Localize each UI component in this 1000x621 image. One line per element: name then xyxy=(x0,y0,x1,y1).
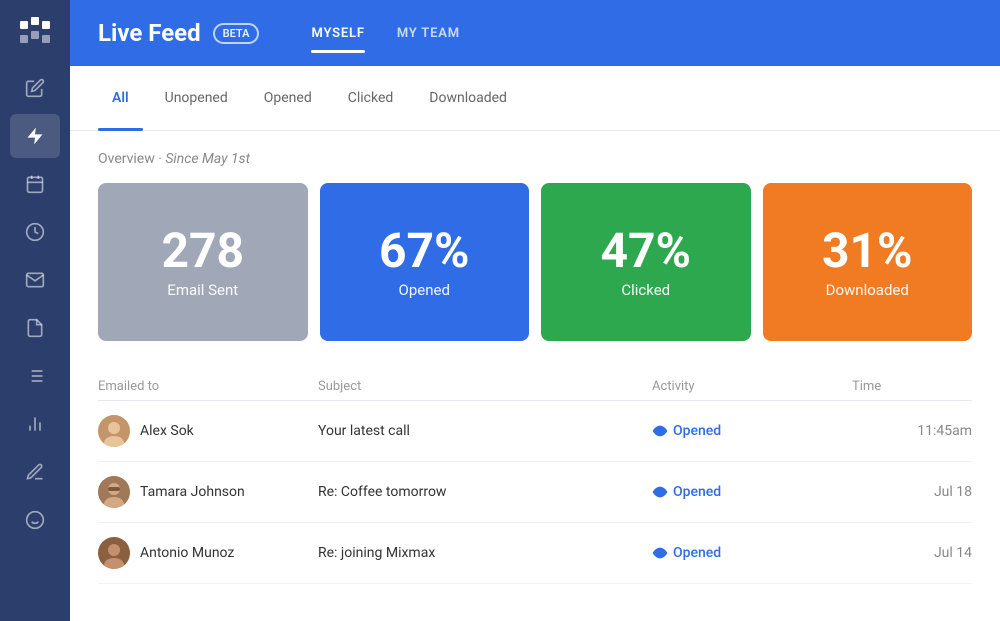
sidebar-logo[interactable] xyxy=(15,12,55,52)
sidebar-item-mail[interactable] xyxy=(10,258,60,302)
cell-time-3: Jul 14 xyxy=(852,545,972,561)
sidebar-item-smiley[interactable] xyxy=(10,498,60,542)
stat-card-email-sent: 278 Email Sent xyxy=(98,183,308,341)
stat-number-downloaded: 31% xyxy=(822,225,913,278)
stat-label-opened: Opened xyxy=(399,281,450,299)
nav-myself[interactable]: MYSELF xyxy=(295,18,380,49)
table-row[interactable]: Alex Sok Your latest call Opened 11:45am xyxy=(98,401,972,462)
cell-emailed-to-3: Antonio Munoz xyxy=(98,537,318,569)
stat-number-email-sent: 278 xyxy=(161,225,244,278)
stat-label-clicked: Clicked xyxy=(621,281,670,299)
page-title: Live Feed xyxy=(98,19,201,47)
stat-number-clicked: 47% xyxy=(600,225,691,278)
cell-activity-1: Opened xyxy=(652,423,852,439)
sidebar-item-lightning[interactable] xyxy=(10,114,60,158)
cell-subject-3: Re: joining Mixmax xyxy=(318,545,652,561)
cell-subject-1: Your latest call xyxy=(318,423,652,439)
avatar-1 xyxy=(98,415,130,447)
filter-tab-downloaded[interactable]: Downloaded xyxy=(415,82,521,114)
activity-opened-2: Opened xyxy=(652,484,852,500)
sidebar-item-document[interactable] xyxy=(10,306,60,350)
cell-activity-2: Opened xyxy=(652,484,852,500)
overview-label: Overview · Since May 1st xyxy=(98,151,972,167)
sidebar-item-edit[interactable] xyxy=(10,66,60,110)
filter-bar: All Unopened Opened Clicked Downloaded xyxy=(70,66,1000,131)
cell-subject-2: Re: Coffee tomorrow xyxy=(318,484,652,500)
sidebar xyxy=(0,0,70,621)
activity-opened-1: Opened xyxy=(652,423,852,439)
cell-emailed-to-1: Alex Sok xyxy=(98,415,318,447)
table-row[interactable]: Antonio Munoz Re: joining Mixmax Opened … xyxy=(98,523,972,584)
stat-number-opened: 67% xyxy=(379,225,470,278)
cell-time-1: 11:45am xyxy=(852,423,972,439)
stat-label-email-sent: Email Sent xyxy=(167,281,238,299)
stat-card-opened: 67% Opened xyxy=(320,183,530,341)
beta-badge: BETA xyxy=(213,23,260,44)
col-header-emailed-to: Emailed to xyxy=(98,379,318,394)
topbar-nav: MYSELF MY TEAM xyxy=(295,18,475,49)
cell-time-2: Jul 18 xyxy=(852,484,972,500)
main-content: Live Feed BETA MYSELF MY TEAM All Unopen… xyxy=(70,0,1000,621)
filter-tab-clicked[interactable]: Clicked xyxy=(334,82,408,114)
col-header-time: Time xyxy=(852,379,972,394)
sidebar-item-list[interactable] xyxy=(10,354,60,398)
avatar-3 xyxy=(98,537,130,569)
cell-emailed-to-2: Tamara Johnson xyxy=(98,476,318,508)
table-header: Emailed to Subject Activity Time xyxy=(98,373,972,401)
cell-activity-3: Opened xyxy=(652,545,852,561)
content-area: Overview · Since May 1st 278 Email Sent … xyxy=(70,131,1000,621)
filter-tab-all[interactable]: All xyxy=(98,82,143,114)
name-2: Tamara Johnson xyxy=(140,484,245,500)
filter-tab-opened[interactable]: Opened xyxy=(250,82,326,114)
filter-tab-unopened[interactable]: Unopened xyxy=(151,82,242,114)
name-3: Antonio Munoz xyxy=(140,545,234,561)
col-header-activity: Activity xyxy=(652,379,852,394)
table-row[interactable]: Tamara Johnson Re: Coffee tomorrow Opene… xyxy=(98,462,972,523)
name-1: Alex Sok xyxy=(140,423,194,439)
nav-myteam[interactable]: MY TEAM xyxy=(381,18,476,49)
sidebar-item-pencil[interactable] xyxy=(10,450,60,494)
sidebar-item-chart[interactable] xyxy=(10,402,60,446)
sidebar-item-calendar[interactable] xyxy=(10,162,60,206)
topbar: Live Feed BETA MYSELF MY TEAM xyxy=(70,0,1000,66)
stat-cards: 278 Email Sent 67% Opened 47% Clicked 31… xyxy=(98,183,972,341)
avatar-2 xyxy=(98,476,130,508)
stat-card-clicked: 47% Clicked xyxy=(541,183,751,341)
col-header-subject: Subject xyxy=(318,379,652,394)
sidebar-item-clock[interactable] xyxy=(10,210,60,254)
stat-card-downloaded: 31% Downloaded xyxy=(763,183,973,341)
stat-label-downloaded: Downloaded xyxy=(826,281,909,299)
activity-opened-3: Opened xyxy=(652,545,852,561)
